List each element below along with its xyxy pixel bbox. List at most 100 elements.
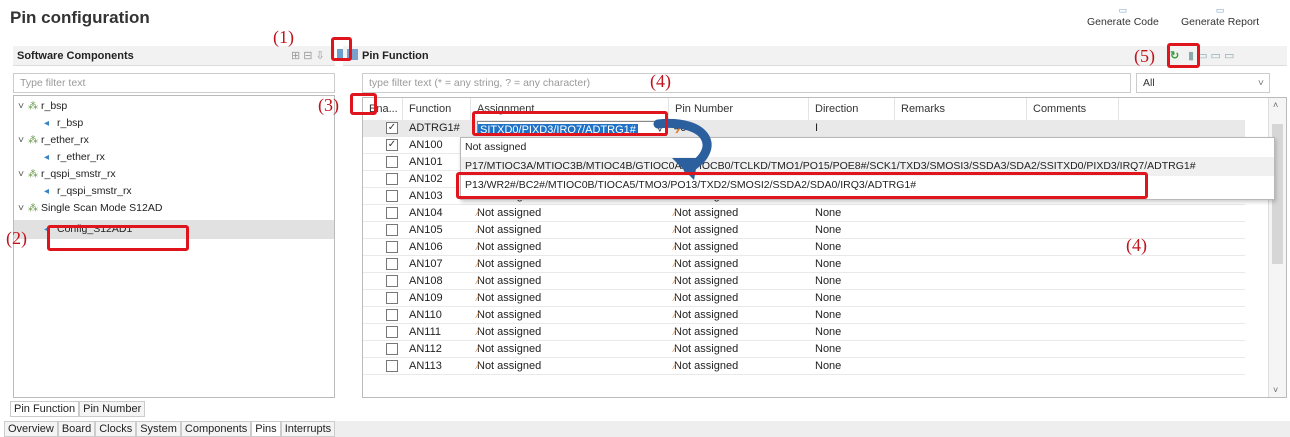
tree-leaf-r-bsp[interactable]: ◂ r_bsp [44, 115, 83, 132]
enable-checkbox[interactable] [386, 309, 398, 321]
generate-code-button[interactable]: ▭ Generate Code [1087, 4, 1159, 28]
tree-leaf-r-qspi-smstr-rx[interactable]: ◂ r_qspi_smstr_rx [44, 183, 132, 200]
table-row[interactable]: AN110 ⁄ Not assigned ⁄ Not assigned None [363, 307, 1245, 324]
warning-icon: ⁄ [674, 242, 676, 252]
table-row[interactable]: AN105 ⁄ Not assigned ⁄ Not assigned None [363, 222, 1245, 239]
assignment-cell[interactable]: ⁄Not assigned [477, 290, 541, 307]
warning-icon: ⁄ [477, 259, 479, 269]
pin-cell[interactable]: ⁄Not assigned [674, 222, 738, 239]
table-row[interactable]: AN104 ⁄ Not assigned ⁄ Not assigned None [363, 205, 1245, 222]
callout-3: (3) [318, 95, 339, 115]
warning-icon: ⁄ [477, 208, 479, 218]
function-cell: AN103 [409, 190, 443, 202]
enable-checkbox[interactable] [386, 292, 398, 304]
assignment-cell[interactable]: ⁄Not assigned [477, 358, 541, 375]
pin-cell[interactable]: ⁄Not assigned [674, 290, 738, 307]
col-function[interactable]: Function [403, 98, 471, 120]
assignment-cell[interactable]: ⁄Not assigned [477, 273, 541, 290]
enable-checkbox[interactable] [386, 190, 398, 202]
col-comments[interactable]: Comments [1027, 98, 1119, 120]
pin-cell[interactable]: ⁄Not assigned [674, 205, 738, 222]
tab-clocks[interactable]: Clocks [95, 421, 137, 437]
table-row[interactable]: AN107 ⁄ Not assigned ⁄ Not assigned None [363, 256, 1245, 273]
enable-checkbox[interactable] [386, 326, 398, 338]
table-row[interactable]: AN113 ⁄ Not assigned ⁄ Not assigned None [363, 358, 1245, 375]
assignment-cell[interactable]: ⁄Not assigned [477, 341, 541, 358]
scroll-up-icon[interactable]: ˄ [1273, 100, 1278, 110]
function-cell: AN108 [409, 275, 443, 287]
tab-pins[interactable]: Pins [251, 421, 281, 437]
function-cell: AN109 [409, 292, 443, 304]
table-row[interactable]: AN108 ⁄ Not assigned ⁄ Not assigned None [363, 273, 1245, 290]
chevron-down-icon: ˅ [1257, 77, 1264, 89]
assignment-cell[interactable]: ⁄Not assigned [477, 324, 541, 341]
assignment-cell[interactable]: ⁄Not assigned [477, 222, 541, 239]
tree-toolbar-icons[interactable]: ⊞ ⊟ ⇩ [291, 46, 325, 66]
pin-cell[interactable]: ⁄Not assigned [674, 341, 738, 358]
callout-1: (1) [273, 27, 294, 47]
function-cell: AN102 [409, 173, 443, 185]
assignment-cell[interactable]: ⁄Not assigned [477, 307, 541, 324]
enable-checkbox[interactable] [386, 156, 398, 168]
pin-cell[interactable]: ⁄Not assigned [674, 256, 738, 273]
function-cell: AN112 [409, 343, 442, 355]
pin-cell[interactable]: ⁄Not assigned [674, 239, 738, 256]
highlight-enable-column [350, 93, 377, 115]
software-components-title: Software Components [17, 50, 134, 62]
table-row[interactable]: AN111 ⁄ Not assigned ⁄ Not assigned None [363, 324, 1245, 341]
software-filter-input[interactable]: Type filter text [13, 73, 335, 93]
tab-pin-number[interactable]: Pin Number [79, 401, 146, 417]
enable-checkbox[interactable]: ✓ [386, 139, 398, 151]
assignment-cell[interactable]: ⁄Not assigned [477, 256, 541, 273]
tree-node-r-bsp[interactable]: ˅ ⁂ r_bsp [18, 98, 67, 115]
direction-cell: None [815, 207, 842, 219]
enable-checkbox[interactable] [386, 343, 398, 355]
warning-icon: ⁄ [477, 276, 479, 286]
warning-icon: ⁄ [674, 344, 676, 354]
table-row[interactable]: AN112 ⁄ Not assigned ⁄ Not assigned None [363, 341, 1245, 358]
pin-cell[interactable]: ⁄Not assigned [674, 273, 738, 290]
scroll-down-icon[interactable]: ˅ [1273, 385, 1278, 395]
function-cell: AN110 [409, 309, 442, 321]
pin-cell[interactable]: ⁄Not assigned [674, 324, 738, 341]
warning-icon: ⁄ [674, 225, 676, 235]
generate-code-icon: ▭ [1118, 5, 1128, 15]
function-cell: AN113 [409, 360, 442, 372]
pin-cell[interactable]: ⁄Not assigned [674, 358, 738, 375]
tree-node-single-scan[interactable]: ˅ ⁂ Single Scan Mode S12AD [18, 200, 162, 217]
highlight-dropdown-option [456, 172, 1148, 199]
tab-pin-function[interactable]: Pin Function [10, 401, 80, 417]
enable-checkbox[interactable] [386, 173, 398, 185]
pin-cell[interactable]: ⁄Not assigned [674, 307, 738, 324]
pin-filter-input[interactable]: type filter text (* = any string, ? = an… [362, 73, 1131, 93]
tree-node-r-ether-rx[interactable]: ˅ ⁂ r_ether_rx [18, 132, 89, 149]
function-cell: AN106 [409, 241, 443, 253]
tab-interrupts[interactable]: Interrupts [280, 421, 336, 437]
enable-checkbox[interactable] [386, 207, 398, 219]
warning-icon: ⁄ [477, 225, 479, 235]
scope-value: All [1143, 77, 1155, 89]
dropdown-option[interactable]: Not assigned [461, 138, 1274, 157]
table-row[interactable]: AN106 ⁄ Not assigned ⁄ Not assigned None [363, 239, 1245, 256]
highlight-config-node [47, 225, 189, 251]
enable-checkbox[interactable] [386, 258, 398, 270]
enable-checkbox[interactable]: ✓ [386, 122, 398, 134]
col-direction[interactable]: Direction [809, 98, 895, 120]
enable-checkbox[interactable] [386, 360, 398, 372]
tree-leaf-r-ether-rx[interactable]: ◂ r_ether_rx [44, 149, 105, 166]
direction-cell: None [815, 275, 842, 287]
scope-select[interactable]: All ˅ [1136, 73, 1270, 93]
col-remarks[interactable]: Remarks [895, 98, 1027, 120]
tab-system[interactable]: System [136, 421, 181, 437]
table-row[interactable]: AN109 ⁄ Not assigned ⁄ Not assigned None [363, 290, 1245, 307]
tab-components[interactable]: Components [180, 421, 252, 437]
assignment-cell[interactable]: ⁄Not assigned [477, 239, 541, 256]
assignment-cell[interactable]: ⁄Not assigned [477, 205, 541, 222]
tab-overview[interactable]: Overview [4, 421, 58, 437]
enable-checkbox[interactable] [386, 224, 398, 236]
enable-checkbox[interactable] [386, 275, 398, 287]
generate-report-button[interactable]: ▭ Generate Report [1181, 4, 1259, 28]
tab-board[interactable]: Board [57, 421, 96, 437]
tree-node-r-qspi-smstr-rx[interactable]: ˅ ⁂ r_qspi_smstr_rx [18, 166, 116, 183]
enable-checkbox[interactable] [386, 241, 398, 253]
